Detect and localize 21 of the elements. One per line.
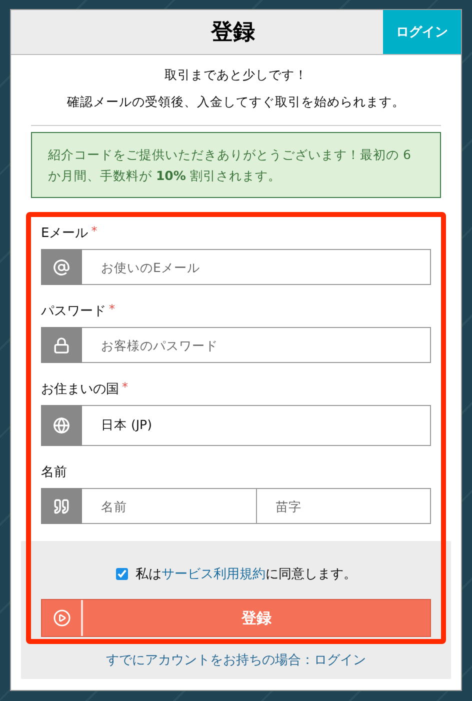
field-label: お住まいの国 * — [41, 380, 129, 398]
referral-notice: 紹介コードをご提供いただきありがとうございます！最初の 6 か月間、手数料が 10% 割引されます。 — [31, 132, 441, 198]
required-mark: * — [91, 224, 98, 240]
field-label: 名前 — [41, 464, 68, 481]
input-field[interactable]: お使いのEメール — [82, 249, 431, 285]
login-link[interactable]: すでにアカウントをお持ちの場合：ログイン — [106, 651, 366, 669]
input-field[interactable]: 名前 — [82, 488, 256, 524]
intro-text: 取引まであと少しです！ — [164, 67, 308, 84]
login-button[interactable]: ログイン — [383, 10, 461, 54]
page-title: 登録 — [210, 19, 256, 47]
input-field[interactable]: お客様のパスワード — [82, 327, 431, 363]
intro-text: 確認メールの受領後、入金してすぐ取引を始められます。 — [66, 94, 406, 111]
required-mark: * — [122, 380, 128, 396]
input-field[interactable]: 日本 (JP) — [82, 405, 431, 446]
field-label: Eメール * — [41, 224, 98, 242]
required-mark: * — [109, 302, 115, 318]
register-button[interactable]: 登録 — [41, 599, 431, 637]
field-label: パスワード * — [41, 302, 116, 320]
terms-text: 私はサービス利用規約に同意します。 — [136, 566, 356, 583]
input-field[interactable]: 苗字 — [256, 488, 431, 524]
terms-link[interactable]: サービス利用規約 — [162, 567, 266, 582]
